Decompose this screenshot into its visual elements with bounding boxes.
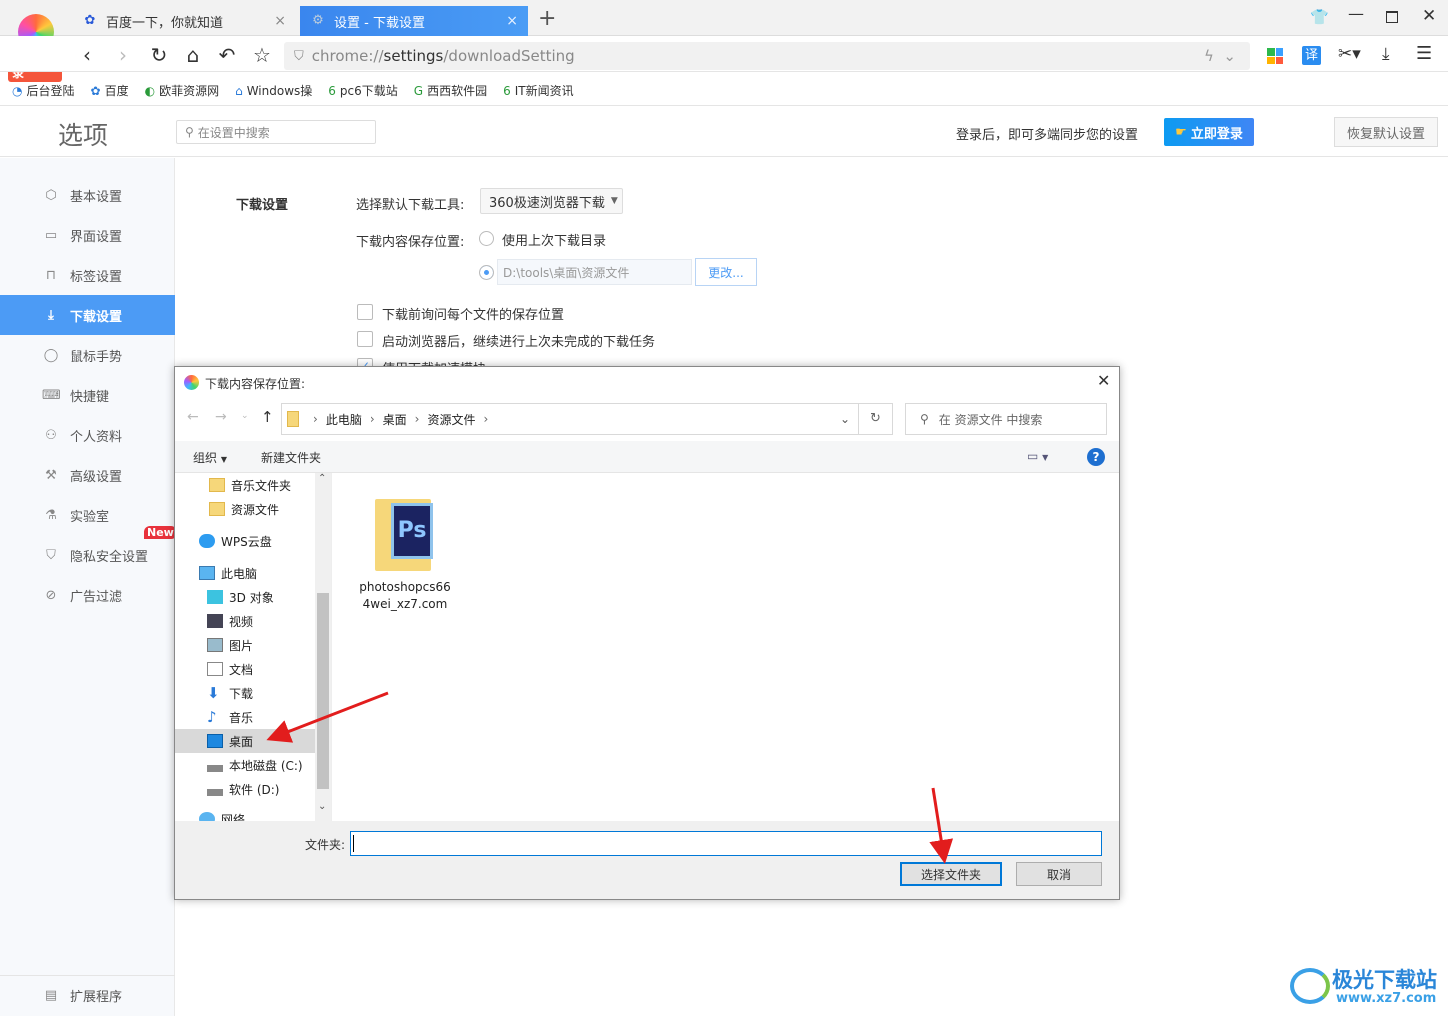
watermark-logo: 极光下载站 www.xz7.com — [1290, 964, 1440, 1012]
watermark-text: 极光下载站 — [1332, 968, 1437, 992]
arrow-to-desktop — [266, 691, 389, 743]
arrow-to-select-button — [929, 787, 954, 864]
annotation-arrows — [266, 691, 954, 864]
watermark-url: www.xz7.com — [1336, 991, 1437, 1006]
